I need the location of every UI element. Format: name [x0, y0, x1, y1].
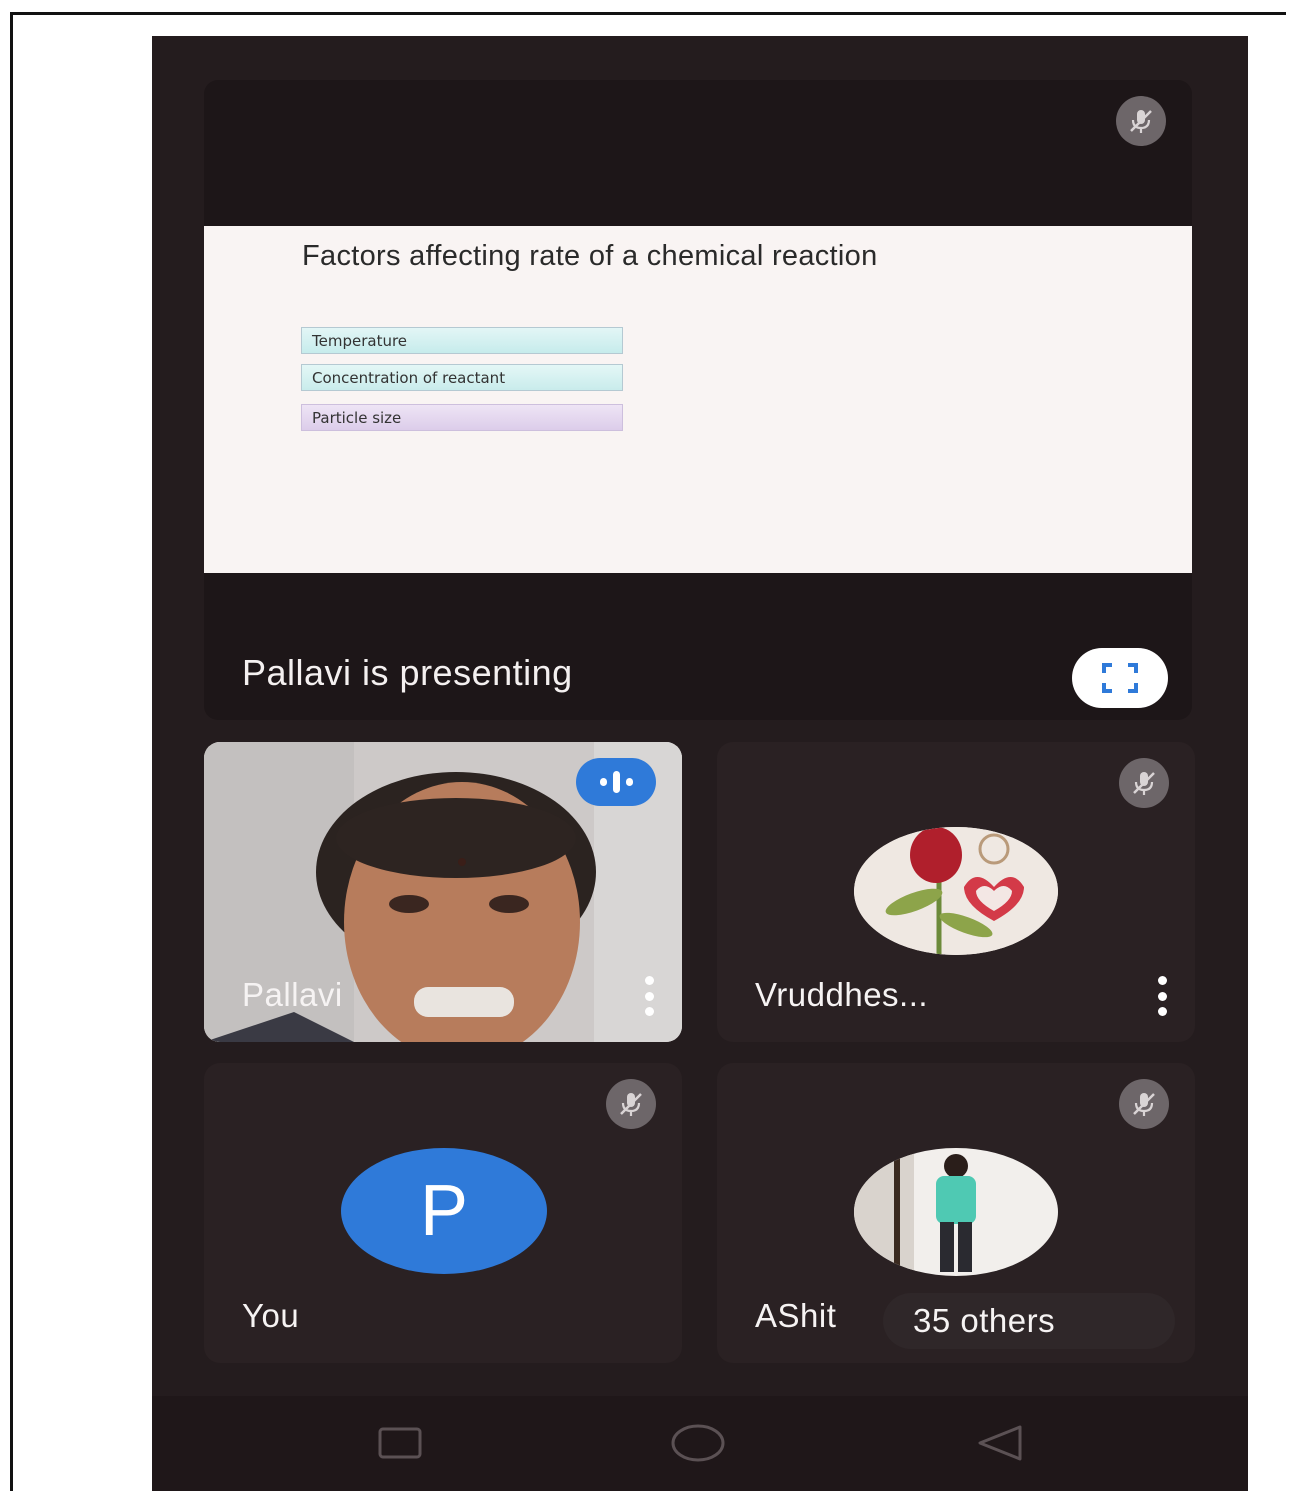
participant-name: Vruddhes... — [755, 976, 929, 1013]
slide-item-particle-size: Particle size — [301, 404, 623, 431]
fullscreen-button[interactable] — [1072, 648, 1168, 708]
mic-off-icon — [606, 1079, 656, 1129]
more-options-icon[interactable] — [1155, 976, 1169, 1016]
participant-tile-you[interactable]: P You — [204, 1063, 682, 1363]
profile-photo-rose — [854, 827, 1058, 955]
slide-title: Factors affecting rate of a chemical rea… — [302, 240, 878, 272]
mic-off-icon — [1119, 1079, 1169, 1129]
participant-name: AShit — [755, 1297, 837, 1334]
home-icon[interactable] — [668, 1418, 728, 1468]
back-icon[interactable] — [970, 1418, 1030, 1468]
recent-apps-icon[interactable] — [370, 1418, 430, 1468]
fullscreen-icon — [1102, 663, 1138, 693]
mic-off-icon — [1119, 758, 1169, 808]
others-count-badge[interactable]: 35 others — [883, 1293, 1175, 1349]
participant-name: You — [242, 1297, 300, 1334]
presentation-stage[interactable]: Factors affecting rate of a chemical rea… — [204, 80, 1192, 720]
phone-screen: Factors affecting rate of a chemical rea… — [152, 36, 1248, 1491]
profile-photo-person — [854, 1148, 1058, 1276]
slide-item-concentration: Concentration of reactant — [301, 364, 623, 391]
participant-name: Pallavi — [242, 976, 343, 1013]
participant-tile-ashit[interactable]: AShit 35 others — [717, 1063, 1195, 1363]
slide-item-temperature: Temperature — [301, 327, 623, 354]
speaking-indicator-icon — [576, 758, 656, 806]
participant-tile-vruddhes[interactable]: Vruddhes... — [717, 742, 1195, 1042]
more-options-icon[interactable] — [642, 976, 656, 1016]
presenting-label: Pallavi is presenting — [242, 652, 573, 693]
mic-off-icon — [1116, 96, 1166, 146]
shared-slide: Factors affecting rate of a chemical rea… — [204, 226, 1192, 573]
avatar: P — [341, 1148, 547, 1274]
participant-tile-pallavi[interactable]: Pallavi — [204, 742, 682, 1042]
system-navigation-bar — [152, 1396, 1248, 1491]
